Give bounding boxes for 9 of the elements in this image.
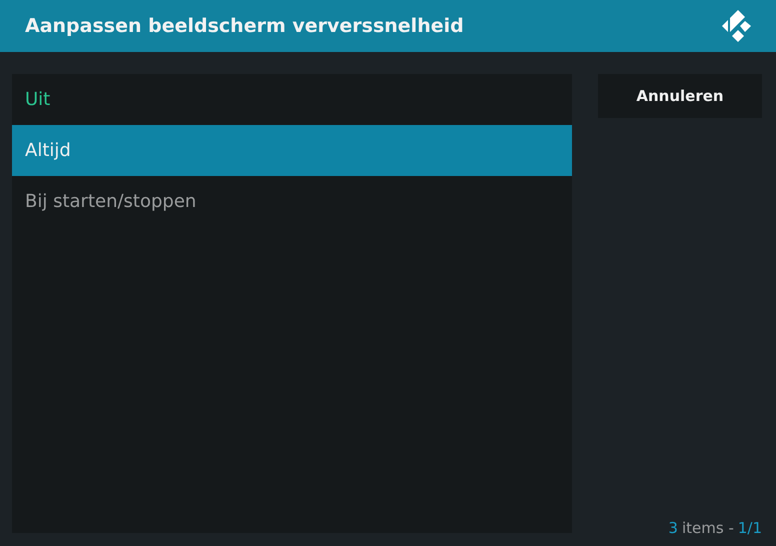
item-count: 3	[668, 519, 678, 537]
items-label: items -	[682, 519, 734, 537]
list-item[interactable]: Uit	[12, 74, 572, 125]
page-indicator: 1/1	[738, 519, 762, 537]
list-item[interactable]: Bij starten/stoppen	[12, 176, 572, 227]
logo-icon	[722, 9, 752, 43]
cancel-button[interactable]: Annuleren	[598, 74, 762, 118]
list-item[interactable]: Altijd	[12, 125, 572, 176]
window-title: Aanpassen beeldscherm ververssnelheid	[25, 15, 464, 37]
